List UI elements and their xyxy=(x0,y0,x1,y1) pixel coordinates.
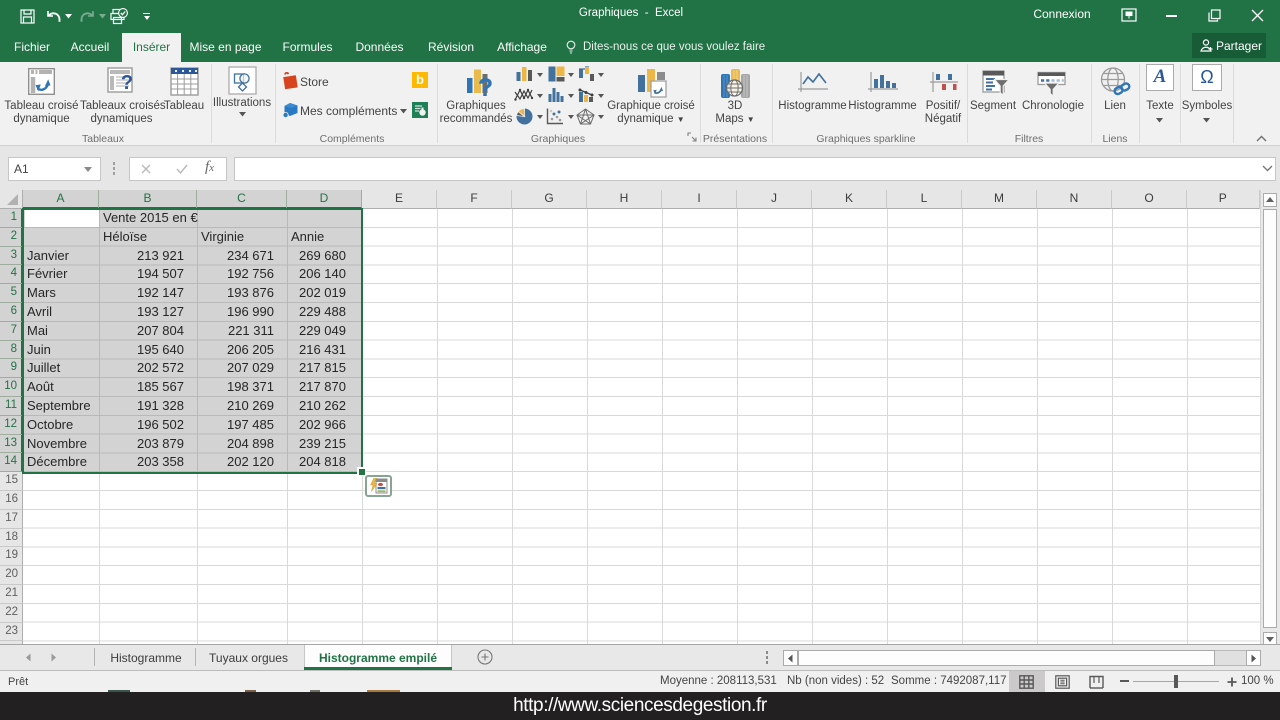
svg-text:?: ? xyxy=(121,72,133,94)
svg-text:?: ? xyxy=(478,74,493,97)
